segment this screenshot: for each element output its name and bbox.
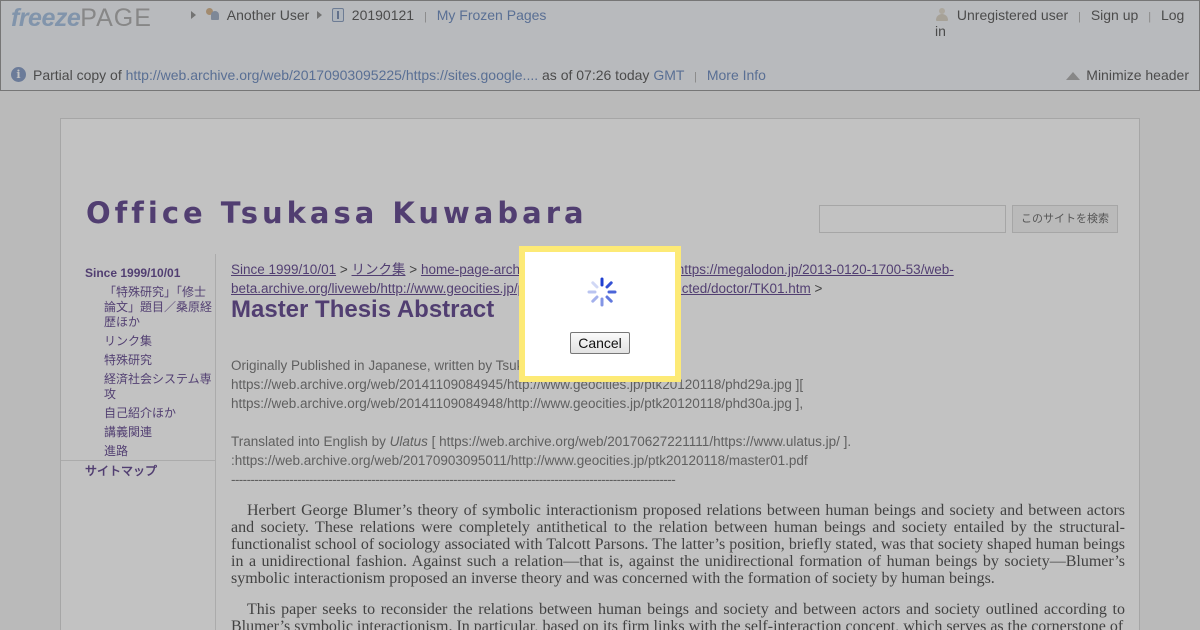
loading-dialog: Cancel — [519, 246, 681, 382]
loading-spinner-icon — [587, 277, 617, 307]
cancel-button[interactable]: Cancel — [570, 332, 630, 354]
